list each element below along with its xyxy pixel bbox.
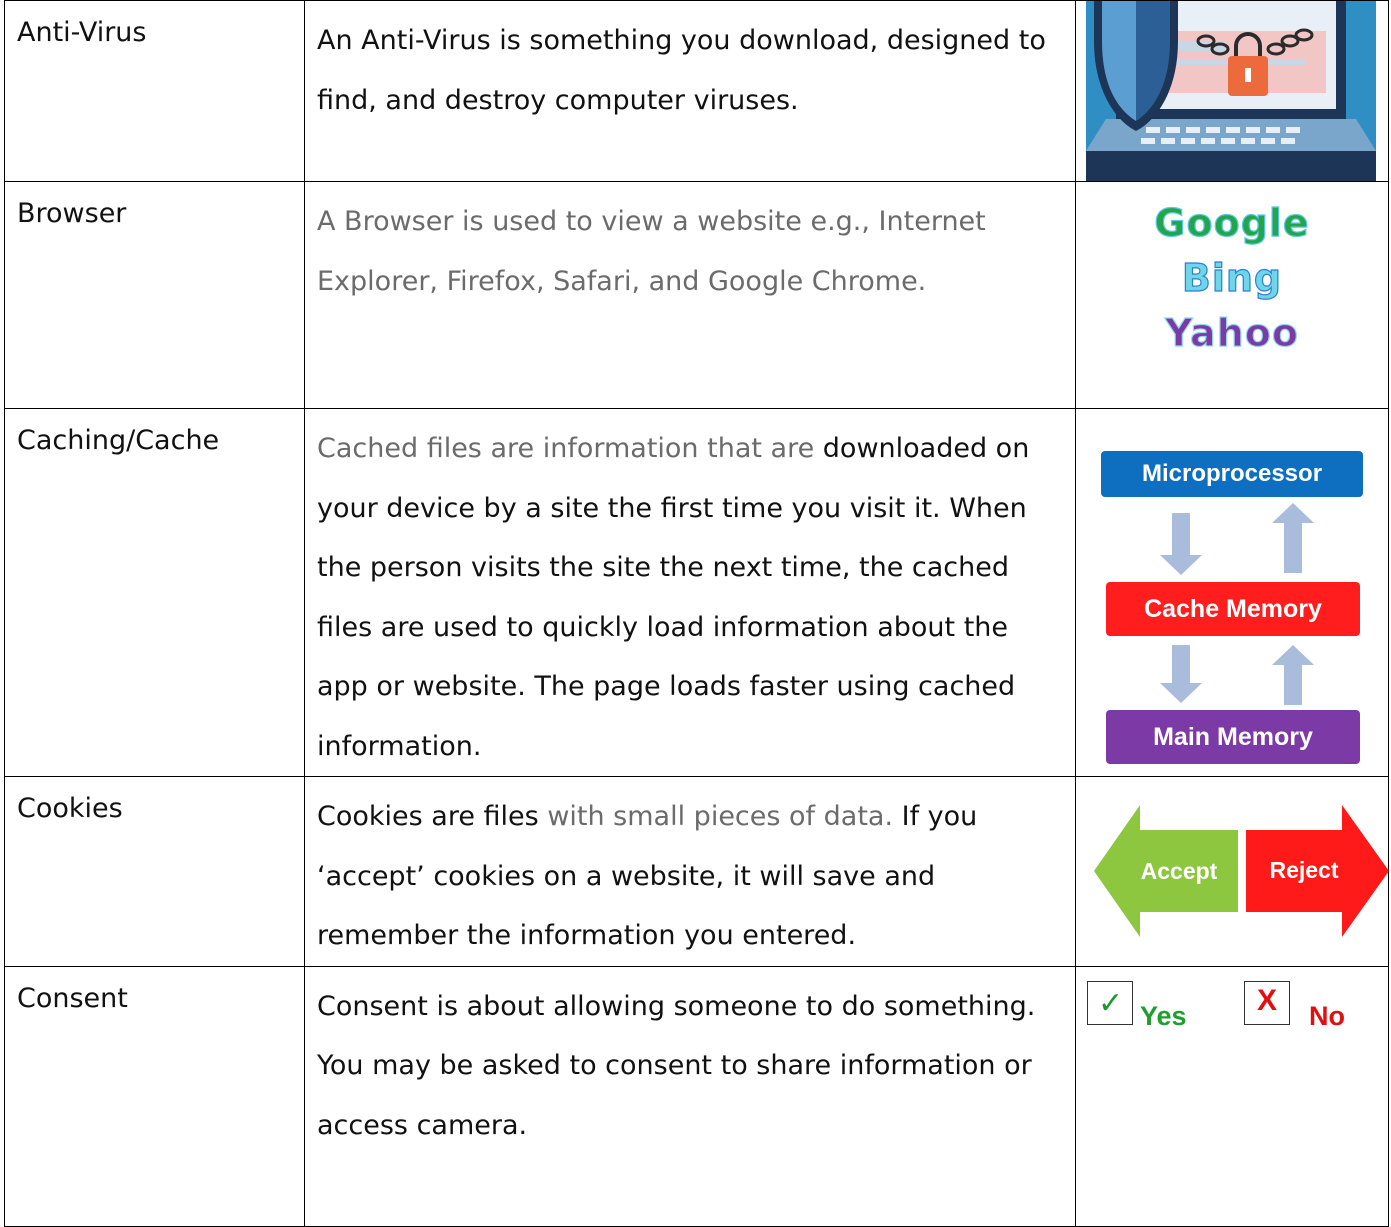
illustration-cell: Microprocessor Cache Memory Main Memory xyxy=(1075,408,1389,777)
no-checkbox: X xyxy=(1244,980,1290,1025)
cookie-choice-arrows: Accept Reject xyxy=(1094,805,1389,937)
reject-label: Reject xyxy=(1269,857,1338,883)
arrow-down-icon xyxy=(1160,513,1202,575)
engine-bing: Bing xyxy=(1181,255,1283,300)
x-icon: X xyxy=(1257,983,1278,1017)
arrow-left-icon: Accept xyxy=(1094,805,1238,937)
antivirus-illustration xyxy=(1086,1,1376,181)
consent-options: ✓ Yes X No xyxy=(1076,967,1389,1067)
definition-cell: Cookies are files with small pieces of d… xyxy=(304,776,1076,967)
cache-memory-box: Cache Memory xyxy=(1106,582,1360,636)
definition-segment: A Browser is used to view a website e.g.… xyxy=(317,206,986,297)
arrow-down-icon xyxy=(1160,645,1202,703)
arrow-right-icon: Reject xyxy=(1246,805,1389,937)
main-memory-box: Main Memory xyxy=(1106,710,1360,764)
definition-segment: with small pieces of data. xyxy=(547,801,902,832)
arrow-up-icon xyxy=(1272,503,1314,573)
arrow-up-icon xyxy=(1272,645,1314,705)
definition-text: An Anti-Virus is something you download,… xyxy=(305,1,1075,130)
illustration-cell xyxy=(1075,0,1389,182)
definition-segment: Consent is about allowing someone to do … xyxy=(317,990,1036,1141)
definition-segment: Cached files are information that are xyxy=(317,433,823,464)
engine-yahoo: Yahoo xyxy=(1164,310,1299,355)
definition-segment: Cookies are files xyxy=(317,801,548,832)
check-icon: ✓ xyxy=(1098,985,1124,1021)
definition-segment: downloaded on your device by a site the … xyxy=(317,433,1030,762)
term-cell: Cookies xyxy=(4,776,305,967)
definition-cell: An Anti-Virus is something you download,… xyxy=(304,0,1076,182)
table-row: Caching/Cache Cached files are informati… xyxy=(4,408,1389,777)
table-row: Consent Consent is about allowing someon… xyxy=(4,965,1389,1227)
definition-text: Consent is about allowing someone to do … xyxy=(305,967,1075,1156)
term-cell: Consent xyxy=(4,965,305,1227)
no-label: No xyxy=(1309,1000,1345,1031)
illustration-cell: ✓ Yes X No xyxy=(1075,965,1389,1227)
term-label: Anti-Virus xyxy=(17,17,147,48)
term-cell: Caching/Cache xyxy=(4,408,305,777)
accept-label: Accept xyxy=(1141,858,1218,884)
cache-diagram: Microprocessor Cache Memory Main Memory xyxy=(1076,409,1389,767)
term-cell: Anti-Virus xyxy=(4,0,305,182)
search-engine-list: Google Bing Yahoo xyxy=(1076,182,1388,361)
definition-segment: An Anti-Virus is something you download,… xyxy=(317,25,1046,116)
glossary-table: Anti-Virus An Anti-Virus is something yo… xyxy=(4,0,1389,1227)
definition-text: Cached files are information that are do… xyxy=(305,409,1075,776)
definition-text: Cookies are files with small pieces of d… xyxy=(305,777,1075,966)
engine-google: Google xyxy=(1154,200,1310,245)
table-row: Cookies Cookies are files with small pie… xyxy=(4,776,1389,967)
yes-label: Yes xyxy=(1140,1000,1187,1031)
definition-text: A Browser is used to view a website e.g.… xyxy=(305,182,1075,311)
table-row: Anti-Virus An Anti-Virus is something yo… xyxy=(4,0,1389,182)
definition-cell: Consent is about allowing someone to do … xyxy=(304,965,1076,1227)
definition-cell: Cached files are information that are do… xyxy=(304,408,1076,777)
illustration-cell: Accept Reject xyxy=(1075,776,1389,967)
term-label: Cookies xyxy=(17,793,123,824)
definition-cell: A Browser is used to view a website e.g.… xyxy=(304,181,1076,409)
term-cell: Browser xyxy=(4,181,305,409)
term-label: Caching/Cache xyxy=(17,425,220,456)
term-label: Consent xyxy=(17,982,128,1014)
table-row: Browser A Browser is used to view a webs… xyxy=(4,181,1389,409)
illustration-cell: Google Bing Yahoo xyxy=(1075,181,1389,409)
term-label: Browser xyxy=(17,198,127,229)
yes-checkbox: ✓ xyxy=(1087,980,1133,1025)
